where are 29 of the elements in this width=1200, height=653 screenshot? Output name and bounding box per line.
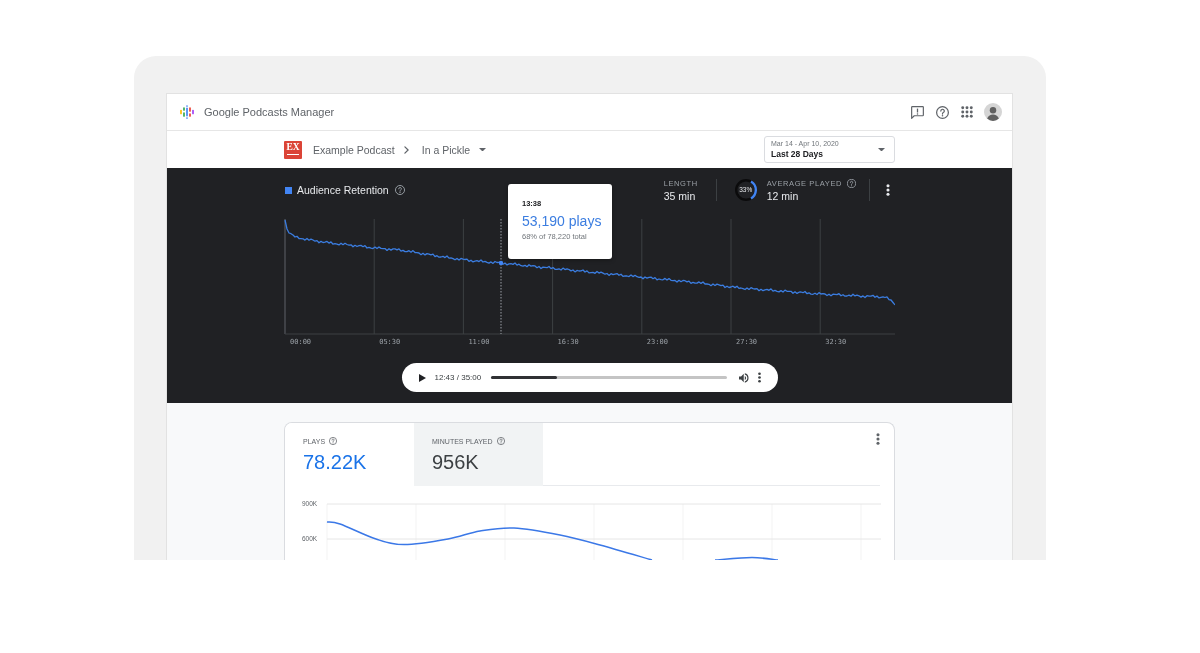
podcast-name-link[interactable]: Example Podcast [313,143,395,156]
help-icon[interactable] [847,178,856,188]
play-icon[interactable] [418,373,426,382]
stat-value: 12 min [766,189,800,202]
help-icon[interactable] [496,437,505,445]
progress-track[interactable] [491,376,727,379]
app-title: Google Podcasts Manager [204,106,335,118]
episode-dropdown[interactable]: In a Pickle [421,143,487,156]
legend-swatch-icon [285,186,292,194]
caret-down-icon [878,147,885,152]
help-icon[interactable] [394,185,405,195]
help-icon[interactable] [936,105,949,119]
volume-icon[interactable] [738,372,749,383]
feedback-icon[interactable] [911,105,924,119]
podcast-cover: EX [284,140,302,159]
more-options-icon[interactable] [876,433,880,445]
more-options-icon[interactable] [757,372,761,383]
tooltip-plays: 53,190 plays [522,213,603,229]
chart-title: Audience Retention [297,184,389,196]
help-icon[interactable] [329,437,338,445]
chevron-right-icon [403,145,409,154]
playback-time: 12:43 / 35:00 [434,373,482,382]
stat-value: 35 min [663,189,697,202]
logo-icon [180,105,194,119]
apps-grid-icon[interactable] [961,106,973,118]
more-options-icon[interactable] [886,184,890,196]
caret-down-icon [479,147,487,152]
avatar-icon[interactable] [984,103,1002,121]
point-marker-icon [498,260,504,266]
